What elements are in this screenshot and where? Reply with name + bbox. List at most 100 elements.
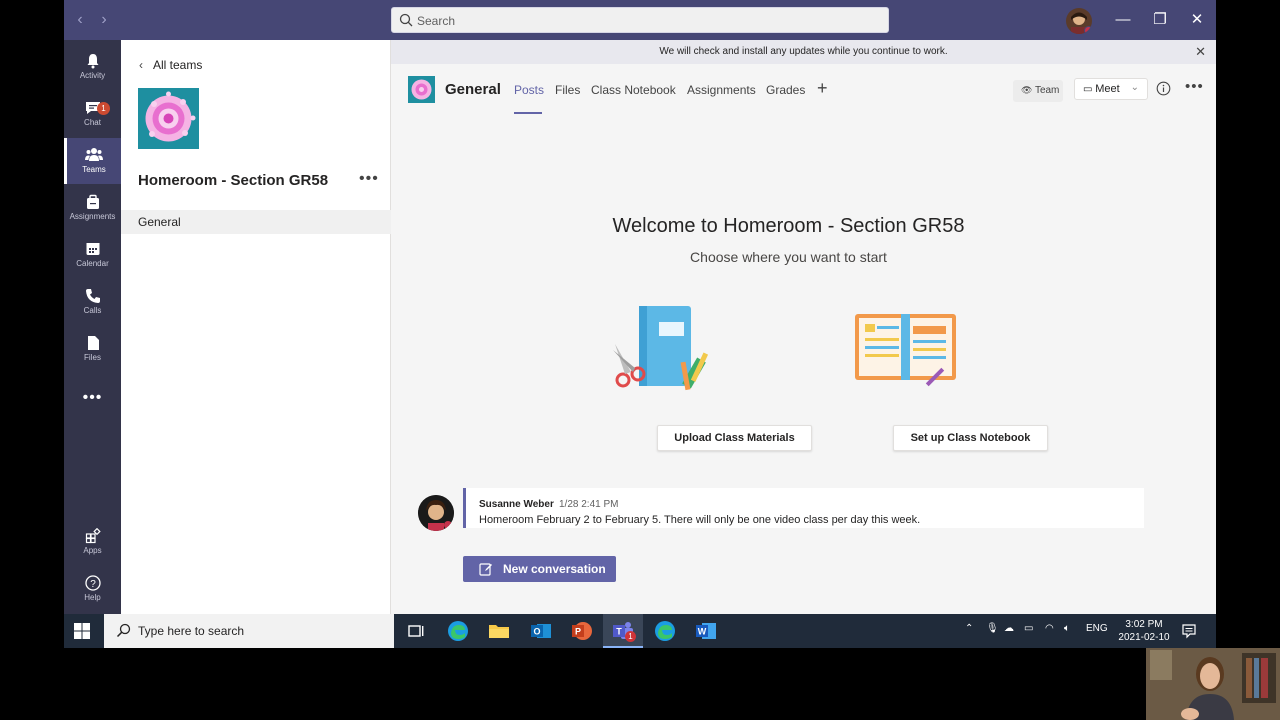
tab-grades[interactable]: Grades [766,83,805,97]
calendar-icon [86,243,99,255]
new-conversation-button[interactable]: New conversation [463,556,616,582]
webcam-overlay [1146,648,1280,720]
rail-item-teams[interactable]: Teams [64,138,121,184]
edge-icon[interactable] [653,619,677,643]
file-explorer-icon[interactable] [487,619,511,643]
all-teams-link[interactable]: ‹ All teams [139,58,202,72]
post-message[interactable]: Susanne Weber 1/28 2:41 PM Homeroom Febr… [463,488,1144,528]
teams-window: ‹ › Search — ❐ ✕ Activity Chat 1 Teams A… [64,0,1216,648]
rail-item-assignments[interactable]: Assignments [64,185,121,231]
chevron-left-icon[interactable]: ‹ [70,10,90,30]
rail-label: Apps [83,546,102,555]
more-icon: ••• [82,389,103,406]
taskbar-search-input[interactable]: Type here to search [104,614,394,648]
notifications-icon[interactable] [1181,623,1197,639]
compose-icon [479,563,492,576]
more-options-icon[interactable]: ••• [1185,78,1204,95]
teams-icon [85,148,103,161]
search-input[interactable]: Search [391,7,889,33]
avatar [418,495,454,531]
phone-icon [85,289,100,303]
update-notice-bar: We will check and install any updates wh… [391,40,1216,64]
avatar[interactable] [1066,8,1092,34]
team-button[interactable]: 👁︎ Team [1013,80,1063,102]
taskbar-clock[interactable]: 3:02 PM 2021-02-10 [1114,618,1174,644]
team-more-options-icon[interactable]: ••• [359,170,379,188]
set-up-class-notebook-button[interactable]: Set up Class Notebook [893,425,1048,451]
channel-item-general[interactable]: General [121,210,391,234]
rail-item-calendar[interactable]: Calendar [64,232,121,278]
notification-badge: 1 [625,631,636,642]
main-content: We will check and install any updates wh… [391,40,1216,614]
rail-label: Calls [83,306,102,315]
minimize-icon[interactable]: — [1113,10,1133,30]
language-indicator[interactable]: ENG [1086,623,1108,634]
upload-materials-illustration [613,306,709,391]
rail-item-apps[interactable]: Apps [64,519,121,565]
edge-icon[interactable] [446,619,470,643]
all-teams-label: All teams [153,58,203,72]
bell-icon [87,54,98,69]
chevron-down-icon[interactable]: ⌄ [1131,82,1139,93]
title-bar: ‹ › Search — ❐ ✕ [64,0,1216,40]
search-icon [399,13,413,27]
restore-icon[interactable]: ❐ [1150,10,1170,30]
tab-assignments[interactable]: Assignments [687,83,756,97]
video-icon: ▭ [1083,84,1096,95]
more-apps-button[interactable]: ••• [64,376,121,422]
assignments-icon [86,194,99,209]
tab-files[interactable]: Files [555,83,580,97]
rail-label: Activity [79,71,106,80]
volume-icon[interactable]: 🔈︎ [1064,623,1070,634]
outlook-icon[interactable]: O [529,619,553,643]
tab-posts[interactable]: Posts [514,83,544,97]
rail-item-activity[interactable]: Activity [64,44,121,90]
search-placeholder: Search [417,14,456,28]
svg-text:O: O [533,627,540,637]
rail-item-calls[interactable]: Calls [64,279,121,325]
rail-label: Files [84,353,101,362]
windows-start-icon[interactable] [74,623,90,639]
taskbar-search-placeholder: Type here to search [138,624,245,638]
message-author: Susanne Weber [479,499,554,510]
svg-text:P: P [575,627,581,637]
active-tab-indicator [514,112,542,114]
rail-label: Chat [84,118,101,127]
close-icon[interactable]: ✕ [1195,40,1206,64]
app-rail: Activity Chat 1 Teams Assignments Calend… [64,40,121,614]
channel-title: General [445,81,501,98]
chevron-up-icon[interactable]: ⌃ [965,623,973,634]
rail-item-files[interactable]: Files [64,326,121,372]
chevron-right-icon[interactable]: › [94,10,114,30]
info-icon[interactable] [1156,81,1171,96]
word-icon[interactable]: W [694,619,718,643]
clock-time: 3:02 PM [1125,619,1163,630]
rail-item-chat[interactable]: Chat 1 [64,91,121,137]
meet-button[interactable]: ▭ Meet ⌄ [1074,78,1148,100]
rail-label: Help [84,593,101,602]
onedrive-icon[interactable]: ☁ [1004,623,1014,634]
file-icon [87,336,99,350]
chevron-left-icon: ‹ [139,58,143,72]
powerpoint-icon[interactable]: P [570,619,594,643]
channel-header: General Posts Files Class Notebook Assig… [391,64,1216,116]
close-icon[interactable]: ✕ [1187,10,1207,30]
windows-taskbar: Type here to search O P T 1 W ⌃ 🎙︎ ☁ ▭ ◠… [64,614,1216,648]
rail-label: Calendar [76,259,109,268]
task-view-icon[interactable] [404,619,428,643]
upload-class-materials-button[interactable]: Upload Class Materials [657,425,812,451]
battery-icon[interactable]: ▭ [1024,623,1033,634]
team-logo [138,88,199,149]
search-icon [116,623,131,638]
add-tab-icon[interactable]: + [817,78,828,99]
taskbar-teams-button[interactable]: T 1 [603,614,643,648]
class-notebook-illustration [855,314,956,387]
status-badge [1084,26,1092,34]
rail-label: Assignments [69,212,116,221]
tab-class-notebook[interactable]: Class Notebook [591,83,676,97]
wifi-icon[interactable]: ◠ [1045,623,1054,634]
notification-badge: 1 [97,102,110,115]
microphone-icon[interactable]: 🎙︎ [986,623,999,634]
rail-item-help[interactable]: ? Help [64,566,121,612]
team-name: Homeroom - Section GR58 [138,172,329,189]
